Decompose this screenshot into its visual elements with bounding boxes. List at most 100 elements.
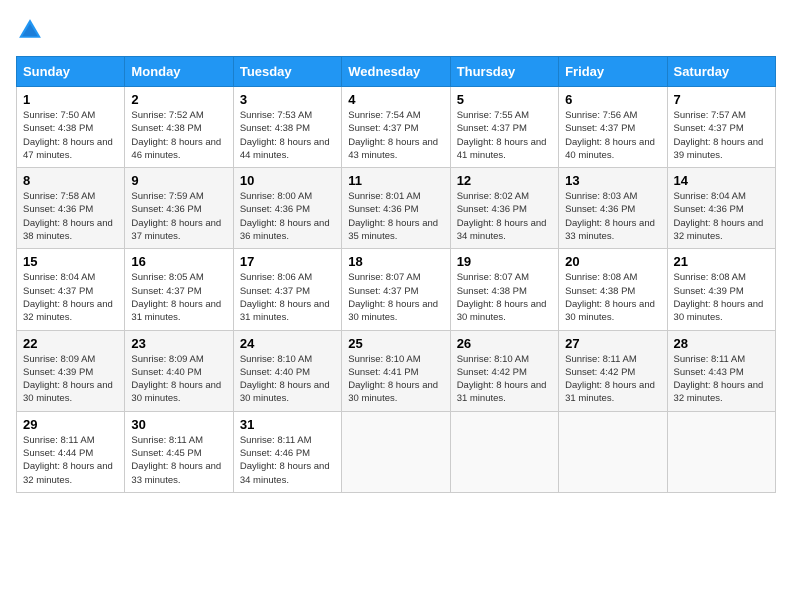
day-number: 27 [565,336,660,351]
calendar-cell: 23 Sunrise: 8:09 AMSunset: 4:40 PMDaylig… [125,330,233,411]
day-number: 11 [348,173,443,188]
day-info: Sunrise: 8:11 AMSunset: 4:46 PMDaylight:… [240,434,335,487]
day-info: Sunrise: 7:54 AMSunset: 4:37 PMDaylight:… [348,109,443,162]
calendar-cell: 28 Sunrise: 8:11 AMSunset: 4:43 PMDaylig… [667,330,775,411]
day-number: 4 [348,92,443,107]
day-number: 7 [674,92,769,107]
day-info: Sunrise: 8:01 AMSunset: 4:36 PMDaylight:… [348,190,443,243]
calendar-cell: 11 Sunrise: 8:01 AMSunset: 4:36 PMDaylig… [342,168,450,249]
calendar-cell: 19 Sunrise: 8:07 AMSunset: 4:38 PMDaylig… [450,249,558,330]
calendar-week-row: 29 Sunrise: 8:11 AMSunset: 4:44 PMDaylig… [17,411,776,492]
day-info: Sunrise: 8:10 AMSunset: 4:41 PMDaylight:… [348,353,443,406]
day-number: 18 [348,254,443,269]
day-number: 22 [23,336,118,351]
day-number: 28 [674,336,769,351]
day-number: 31 [240,417,335,432]
day-info: Sunrise: 8:08 AMSunset: 4:39 PMDaylight:… [674,271,769,324]
day-number: 5 [457,92,552,107]
day-number: 17 [240,254,335,269]
day-info: Sunrise: 7:52 AMSunset: 4:38 PMDaylight:… [131,109,226,162]
weekday-header-thursday: Thursday [450,57,558,87]
day-info: Sunrise: 8:06 AMSunset: 4:37 PMDaylight:… [240,271,335,324]
day-number: 16 [131,254,226,269]
day-number: 14 [674,173,769,188]
day-number: 30 [131,417,226,432]
calendar-cell: 9 Sunrise: 7:59 AMSunset: 4:36 PMDayligh… [125,168,233,249]
calendar-week-row: 22 Sunrise: 8:09 AMSunset: 4:39 PMDaylig… [17,330,776,411]
day-number: 19 [457,254,552,269]
weekday-header-tuesday: Tuesday [233,57,341,87]
day-info: Sunrise: 8:11 AMSunset: 4:44 PMDaylight:… [23,434,118,487]
page-header [16,16,776,44]
weekday-header-row: SundayMondayTuesdayWednesdayThursdayFrid… [17,57,776,87]
weekday-header-monday: Monday [125,57,233,87]
calendar-cell: 21 Sunrise: 8:08 AMSunset: 4:39 PMDaylig… [667,249,775,330]
day-number: 3 [240,92,335,107]
calendar-cell: 17 Sunrise: 8:06 AMSunset: 4:37 PMDaylig… [233,249,341,330]
day-number: 13 [565,173,660,188]
calendar-cell: 20 Sunrise: 8:08 AMSunset: 4:38 PMDaylig… [559,249,667,330]
calendar-cell: 27 Sunrise: 8:11 AMSunset: 4:42 PMDaylig… [559,330,667,411]
day-number: 10 [240,173,335,188]
day-number: 12 [457,173,552,188]
day-info: Sunrise: 8:04 AMSunset: 4:37 PMDaylight:… [23,271,118,324]
calendar-cell: 6 Sunrise: 7:56 AMSunset: 4:37 PMDayligh… [559,87,667,168]
calendar-cell: 5 Sunrise: 7:55 AMSunset: 4:37 PMDayligh… [450,87,558,168]
day-number: 1 [23,92,118,107]
weekday-header-sunday: Sunday [17,57,125,87]
day-info: Sunrise: 8:00 AMSunset: 4:36 PMDaylight:… [240,190,335,243]
calendar-cell [559,411,667,492]
weekday-header-saturday: Saturday [667,57,775,87]
day-info: Sunrise: 8:05 AMSunset: 4:37 PMDaylight:… [131,271,226,324]
day-info: Sunrise: 8:07 AMSunset: 4:38 PMDaylight:… [457,271,552,324]
calendar-table: SundayMondayTuesdayWednesdayThursdayFrid… [16,56,776,493]
day-number: 24 [240,336,335,351]
day-number: 9 [131,173,226,188]
day-info: Sunrise: 7:59 AMSunset: 4:36 PMDaylight:… [131,190,226,243]
day-info: Sunrise: 7:53 AMSunset: 4:38 PMDaylight:… [240,109,335,162]
day-info: Sunrise: 8:11 AMSunset: 4:43 PMDaylight:… [674,353,769,406]
calendar-cell: 29 Sunrise: 8:11 AMSunset: 4:44 PMDaylig… [17,411,125,492]
calendar-cell: 1 Sunrise: 7:50 AMSunset: 4:38 PMDayligh… [17,87,125,168]
calendar-week-row: 8 Sunrise: 7:58 AMSunset: 4:36 PMDayligh… [17,168,776,249]
day-info: Sunrise: 8:08 AMSunset: 4:38 PMDaylight:… [565,271,660,324]
day-info: Sunrise: 7:58 AMSunset: 4:36 PMDaylight:… [23,190,118,243]
day-info: Sunrise: 7:50 AMSunset: 4:38 PMDaylight:… [23,109,118,162]
day-number: 15 [23,254,118,269]
day-number: 20 [565,254,660,269]
day-number: 25 [348,336,443,351]
calendar-cell [450,411,558,492]
calendar-cell: 25 Sunrise: 8:10 AMSunset: 4:41 PMDaylig… [342,330,450,411]
day-info: Sunrise: 7:55 AMSunset: 4:37 PMDaylight:… [457,109,552,162]
day-number: 23 [131,336,226,351]
calendar-cell: 14 Sunrise: 8:04 AMSunset: 4:36 PMDaylig… [667,168,775,249]
day-info: Sunrise: 8:02 AMSunset: 4:36 PMDaylight:… [457,190,552,243]
calendar-week-row: 1 Sunrise: 7:50 AMSunset: 4:38 PMDayligh… [17,87,776,168]
calendar-cell: 31 Sunrise: 8:11 AMSunset: 4:46 PMDaylig… [233,411,341,492]
calendar-cell: 30 Sunrise: 8:11 AMSunset: 4:45 PMDaylig… [125,411,233,492]
calendar-cell: 4 Sunrise: 7:54 AMSunset: 4:37 PMDayligh… [342,87,450,168]
logo-icon [16,16,44,44]
calendar-cell: 24 Sunrise: 8:10 AMSunset: 4:40 PMDaylig… [233,330,341,411]
day-info: Sunrise: 8:10 AMSunset: 4:40 PMDaylight:… [240,353,335,406]
calendar-cell: 18 Sunrise: 8:07 AMSunset: 4:37 PMDaylig… [342,249,450,330]
calendar-cell: 8 Sunrise: 7:58 AMSunset: 4:36 PMDayligh… [17,168,125,249]
day-info: Sunrise: 7:56 AMSunset: 4:37 PMDaylight:… [565,109,660,162]
weekday-header-friday: Friday [559,57,667,87]
calendar-cell: 10 Sunrise: 8:00 AMSunset: 4:36 PMDaylig… [233,168,341,249]
day-info: Sunrise: 7:57 AMSunset: 4:37 PMDaylight:… [674,109,769,162]
day-info: Sunrise: 8:04 AMSunset: 4:36 PMDaylight:… [674,190,769,243]
day-info: Sunrise: 8:11 AMSunset: 4:45 PMDaylight:… [131,434,226,487]
day-number: 29 [23,417,118,432]
day-info: Sunrise: 8:09 AMSunset: 4:39 PMDaylight:… [23,353,118,406]
calendar-week-row: 15 Sunrise: 8:04 AMSunset: 4:37 PMDaylig… [17,249,776,330]
day-info: Sunrise: 8:03 AMSunset: 4:36 PMDaylight:… [565,190,660,243]
logo [16,16,48,44]
calendar-cell [667,411,775,492]
day-number: 21 [674,254,769,269]
day-number: 6 [565,92,660,107]
day-info: Sunrise: 8:10 AMSunset: 4:42 PMDaylight:… [457,353,552,406]
calendar-cell: 2 Sunrise: 7:52 AMSunset: 4:38 PMDayligh… [125,87,233,168]
calendar-cell: 7 Sunrise: 7:57 AMSunset: 4:37 PMDayligh… [667,87,775,168]
weekday-header-wednesday: Wednesday [342,57,450,87]
